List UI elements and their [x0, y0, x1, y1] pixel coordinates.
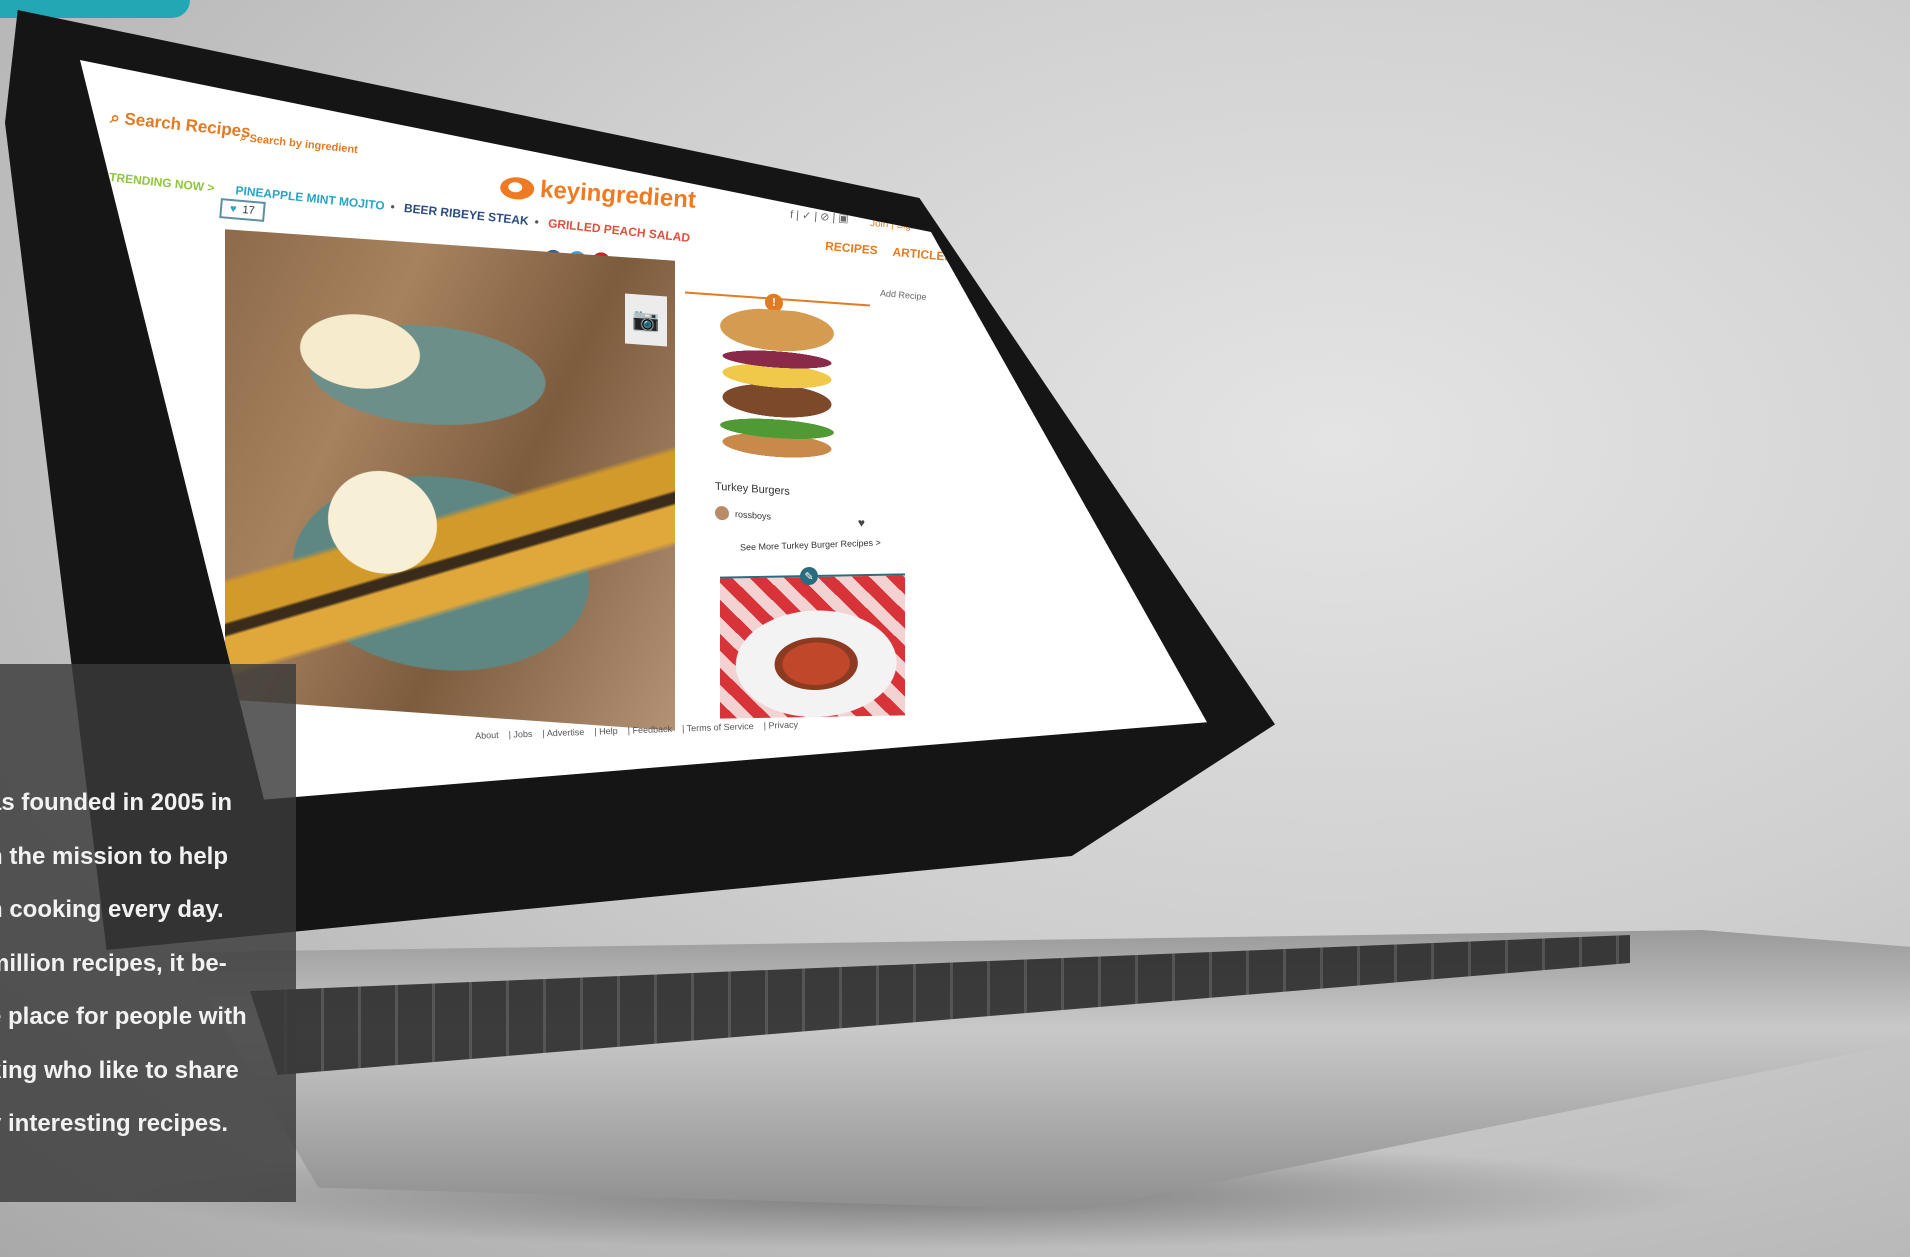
see-more-link[interactable]: See More Turkey Burger Recipes > [740, 538, 881, 553]
logo-text: keyingredient [539, 175, 697, 214]
burger-photo[interactable] [693, 304, 861, 481]
card-title[interactable]: Turkey Burgers [715, 481, 790, 498]
about-line: million recipes, it be- [0, 949, 227, 977]
footer-link[interactable]: Privacy [768, 720, 798, 731]
card-author-row: rossboys ♥ [715, 505, 865, 530]
add-recipe-link[interactable]: Add Recipe [880, 288, 927, 302]
nav-recipes[interactable]: RECIPES [825, 239, 879, 258]
footer-link[interactable]: Terms of Service [686, 721, 753, 733]
related-recipe-card[interactable]: ! Turkey Burgers rossboys ♥ [685, 291, 870, 547]
logo-icon [499, 176, 535, 201]
footer-link[interactable]: About [475, 730, 499, 741]
bullet-separator: • [389, 199, 396, 214]
about-line: n cooking every day. [0, 896, 224, 923]
about-line: as founded in 2005 in [0, 789, 233, 816]
edit-icon: ✎ [800, 566, 818, 586]
search-ingredient-link[interactable]: ⌕ Search by ingredient [240, 132, 359, 157]
footer-link[interactable]: Help [599, 726, 618, 737]
trending-item[interactable]: BEER RIBEYE STEAK [403, 201, 529, 228]
like-button[interactable]: ♥ 17 [219, 198, 266, 222]
about-line: king who like to share [0, 1056, 239, 1084]
about-line: y interesting recipes. [0, 1110, 229, 1137]
about-text: as founded in 2005 in h the mission to h… [0, 776, 280, 1151]
footer-link[interactable]: Feedback [632, 724, 672, 735]
footer-link[interactable]: Advertise [547, 727, 585, 738]
trending-item[interactable]: GRILLED PEACH SALAD [547, 216, 690, 245]
bullet-separator: • [533, 214, 540, 230]
about-line: h the mission to help [0, 842, 229, 870]
about-overlay: as founded in 2005 in h the mission to h… [0, 664, 296, 1202]
search-recipes-link[interactable]: ⌕ Search Recipes [109, 108, 251, 143]
recipe-photo[interactable] [225, 229, 675, 731]
heart-icon: ♥ [229, 202, 238, 216]
related-recipe-card[interactable]: ✎ [720, 566, 905, 719]
site-logo[interactable]: keyingredient [499, 173, 697, 215]
trending-label: TRENDING NOW > [108, 170, 216, 195]
avatar[interactable] [715, 505, 729, 521]
about-line: e place for people with [0, 1003, 247, 1030]
camera-icon[interactable]: 📷 [625, 293, 667, 347]
author-name[interactable]: rossboys [735, 509, 771, 522]
footer-link[interactable]: Jobs [513, 729, 532, 740]
heart-icon[interactable]: ♥ [858, 516, 865, 530]
like-count: 17 [242, 204, 256, 218]
